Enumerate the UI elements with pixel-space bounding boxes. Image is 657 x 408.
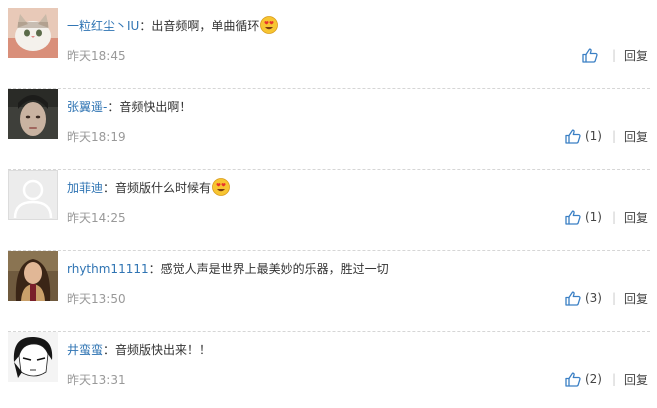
thumbs-up-icon (565, 129, 581, 144)
comment-time: 昨天18:45 (67, 49, 126, 63)
comment-text: ：音频版什么时候有 (103, 181, 212, 195)
action-divider: | (611, 372, 616, 386)
smiling-heart-eyes-emoji (212, 178, 230, 196)
avatar[interactable] (8, 170, 58, 220)
like-button[interactable]: (2) (565, 372, 602, 387)
comment-line: 张翼遥-：音频快出啊！ (67, 97, 191, 117)
like-button[interactable]: (1) (565, 129, 602, 144)
thumbs-up-icon (582, 48, 598, 63)
comment-text: ：感觉人声是世界上最美妙的乐器，胜过一切 (148, 262, 389, 276)
like-button[interactable] (582, 48, 602, 63)
comment-line: 一粒红尘丶IU：出音频啊，单曲循环 (67, 16, 279, 36)
comment-time: 昨天18:19 (67, 130, 126, 144)
girl-avatar-image (8, 251, 58, 301)
like-button[interactable]: (3) (565, 291, 602, 306)
reply-button[interactable]: 回复 (624, 290, 648, 307)
reply-button[interactable]: 回复 (624, 371, 648, 388)
comment-item: rhythm11111：感觉人声是世界上最美妙的乐器，胜过一切 昨天13:50 … (8, 251, 650, 332)
comment-list: 一粒红尘丶IU：出音频啊，单曲循环 昨天18:45 | 回复 张翼遥-：音频快出… (0, 0, 657, 408)
avatar[interactable] (8, 332, 58, 382)
like-button[interactable]: (1) (565, 210, 602, 225)
comment-line: 加菲迪：音频版什么时候有 (67, 178, 230, 198)
comment-item: 一粒红尘丶IU：出音频啊，单曲循环 昨天18:45 | 回复 (8, 8, 650, 89)
reply-button[interactable]: 回复 (624, 47, 648, 64)
reply-button[interactable]: 回复 (624, 209, 648, 226)
avatar[interactable] (8, 8, 58, 58)
avatar[interactable] (8, 89, 58, 139)
comment-item: 井蛮蛮：音频版快出来！！ 昨天13:31 (2) | 回复 (8, 332, 650, 408)
like-count: (1) (584, 129, 602, 143)
comment-text: ：音频版快出来！！ (103, 343, 212, 357)
action-divider: | (611, 129, 616, 143)
thumbs-up-icon (565, 372, 581, 387)
username-link[interactable]: 一粒红尘丶IU (67, 19, 139, 33)
comment-line: rhythm11111：感觉人声是世界上最美妙的乐器，胜过一切 (67, 259, 389, 279)
sketch-avatar-image (8, 332, 58, 382)
thumbs-up-icon (565, 291, 581, 306)
portrait-avatar-image (8, 89, 58, 139)
comment-actions: (1) | 回复 (565, 126, 648, 146)
comment-actions: (3) | 回复 (565, 288, 648, 308)
comment-actions: (2) | 回复 (565, 369, 648, 389)
comment-text: ：出音频啊，单曲循环 (139, 19, 260, 33)
avatar[interactable] (8, 251, 58, 301)
comment-text: ：音频快出啊！ (107, 100, 192, 114)
cat-avatar-image (8, 8, 58, 58)
like-count: (1) (584, 210, 602, 224)
thumbs-up-icon (565, 210, 581, 225)
comment-time: 昨天13:31 (67, 373, 126, 387)
like-count: (2) (584, 372, 602, 386)
action-divider: | (611, 291, 616, 305)
comment-actions: | 回复 (582, 45, 648, 65)
like-count: (3) (584, 291, 602, 305)
username-link[interactable]: 张翼遥- (67, 100, 107, 114)
default-user-icon (9, 171, 57, 219)
comment-time: 昨天13:50 (67, 292, 126, 306)
action-divider: | (611, 48, 616, 62)
comment-actions: (1) | 回复 (565, 207, 648, 227)
comment-item: 张翼遥-：音频快出啊！ 昨天18:19 (1) | 回复 (8, 89, 650, 170)
comment-item: 加菲迪：音频版什么时候有 昨天14:25 (1) | 回复 (8, 170, 650, 251)
action-divider: | (611, 210, 616, 224)
smiling-heart-eyes-emoji (260, 16, 279, 34)
username-link[interactable]: rhythm11111 (67, 262, 149, 276)
username-link[interactable]: 加菲迪 (67, 181, 103, 195)
comment-line: 井蛮蛮：音频版快出来！！ (67, 340, 211, 360)
comment-time: 昨天14:25 (67, 211, 126, 225)
username-link[interactable]: 井蛮蛮 (67, 343, 103, 357)
reply-button[interactable]: 回复 (624, 128, 648, 145)
